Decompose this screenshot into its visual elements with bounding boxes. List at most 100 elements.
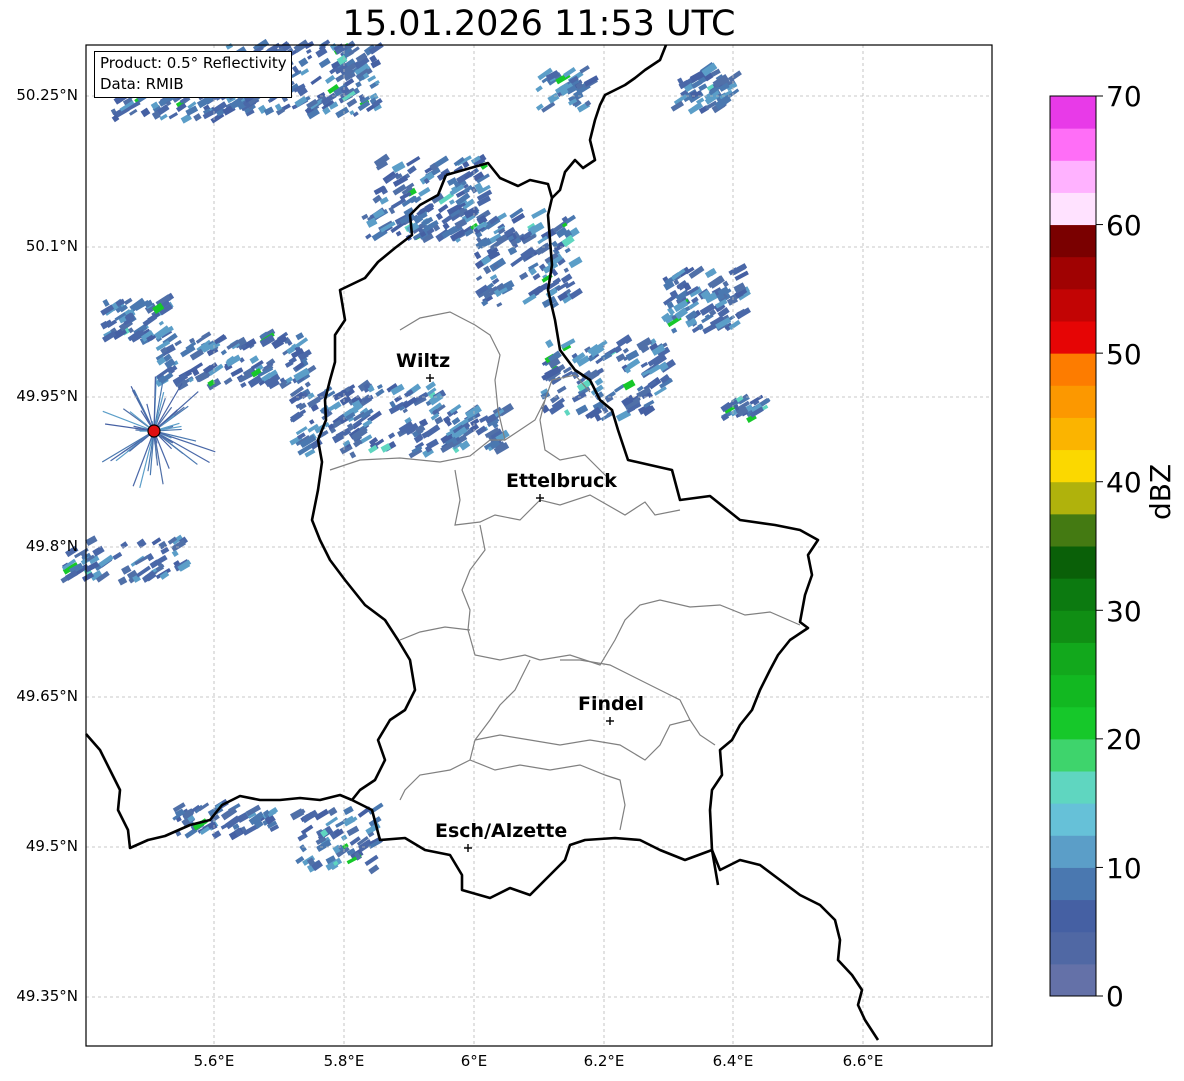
graticule bbox=[86, 45, 992, 1046]
lon-tick-label: 6.2°E bbox=[583, 1052, 625, 1070]
colorbar-segment bbox=[1050, 546, 1096, 579]
city-label-ettelbruck: Ettelbruck bbox=[506, 470, 617, 492]
echo-cell bbox=[376, 384, 383, 390]
echo-cell bbox=[568, 256, 583, 269]
colorbar-segment bbox=[1050, 674, 1096, 708]
colorbar-tick-marks bbox=[1096, 95, 1103, 997]
echo-cell bbox=[142, 314, 158, 327]
echo-cell bbox=[174, 339, 182, 347]
echo-cell bbox=[295, 332, 305, 341]
echo-cell bbox=[112, 551, 123, 561]
echo-cell bbox=[201, 331, 212, 340]
colorbar-segment bbox=[1050, 481, 1096, 515]
echo-cell bbox=[346, 825, 360, 837]
echo-cell bbox=[168, 112, 179, 120]
reflectivity-echoes bbox=[60, 38, 771, 875]
echo-cell bbox=[335, 106, 350, 119]
echo-cell bbox=[622, 379, 636, 391]
colorbar-tick-label: 60 bbox=[1106, 209, 1142, 242]
colorbar-segment bbox=[1050, 513, 1096, 547]
colorbar-segment bbox=[1050, 642, 1096, 676]
colorbar-segment bbox=[1050, 321, 1096, 354]
echo-cell bbox=[355, 81, 362, 88]
radar-map bbox=[60, 38, 1103, 1047]
city-label-esch-alzette: Esch/Alzette bbox=[435, 820, 568, 842]
lat-tick-label: 49.65°N bbox=[16, 687, 78, 705]
echo-cell bbox=[556, 385, 567, 394]
lat-tick-label: 49.5°N bbox=[25, 837, 78, 855]
echo-spoke bbox=[101, 430, 155, 463]
echo-cell bbox=[123, 297, 133, 306]
echo-cell bbox=[498, 402, 514, 417]
echo-cell bbox=[622, 347, 630, 354]
colorbar-segment bbox=[1050, 771, 1096, 804]
colorbar-segment bbox=[1050, 192, 1096, 226]
lon-tick-label: 6.6°E bbox=[842, 1052, 884, 1070]
echo-cell bbox=[158, 320, 165, 326]
echo-cell bbox=[365, 233, 372, 240]
echo-cell bbox=[225, 354, 242, 367]
echo-cell bbox=[653, 386, 667, 396]
echo-cell bbox=[545, 339, 554, 349]
echo-cell bbox=[223, 377, 233, 386]
colorbar-segment bbox=[1050, 256, 1096, 290]
lon-tick-label: 6.4°E bbox=[712, 1052, 754, 1070]
colorbar-segment bbox=[1050, 385, 1096, 418]
echo-cell bbox=[569, 287, 583, 300]
echo-cell bbox=[563, 267, 570, 273]
echo-cell bbox=[249, 355, 260, 364]
data-source-label: Data: RMIB bbox=[100, 75, 184, 93]
echo-cell bbox=[670, 327, 678, 334]
echo-cell bbox=[364, 854, 379, 866]
colorbar-segment bbox=[1050, 128, 1096, 161]
echo-cell bbox=[391, 161, 406, 174]
echo-cell bbox=[600, 412, 612, 422]
echo-cell bbox=[140, 107, 151, 118]
colorbar-segment bbox=[1050, 224, 1096, 258]
echo-cell bbox=[211, 830, 222, 840]
lat-tick-label: 49.8°N bbox=[25, 537, 78, 555]
echo-cell bbox=[563, 409, 571, 417]
echo-cell bbox=[180, 113, 192, 124]
echo-cell bbox=[496, 302, 503, 308]
colorbar-segment bbox=[1050, 706, 1096, 740]
colorbar-segment bbox=[1050, 160, 1096, 193]
echo-cell bbox=[220, 822, 230, 830]
echo-cell bbox=[225, 43, 234, 50]
echo-cell bbox=[728, 70, 742, 82]
echo-cell bbox=[388, 432, 396, 439]
colorbar-tick-label: 0 bbox=[1106, 980, 1124, 1013]
echo-cell bbox=[299, 844, 307, 853]
echo-cell bbox=[394, 395, 403, 403]
echo-cell bbox=[171, 549, 179, 558]
colorbar-segment bbox=[1050, 96, 1096, 129]
echo-cell bbox=[327, 806, 338, 817]
echo-cell bbox=[298, 57, 309, 68]
colorbar-segment bbox=[1050, 835, 1096, 868]
lon-tick-label: 6°E bbox=[460, 1052, 488, 1070]
colorbar-segment bbox=[1050, 578, 1096, 611]
echo-cell bbox=[306, 54, 313, 60]
colorbar-segment bbox=[1050, 417, 1096, 451]
lon-tick-label: 5.6°E bbox=[193, 1052, 235, 1070]
echo-cell bbox=[343, 805, 354, 816]
echo-cell bbox=[220, 349, 227, 356]
echo-cell bbox=[193, 113, 202, 122]
echo-cell bbox=[640, 361, 649, 369]
echo-cell bbox=[475, 275, 483, 282]
colorbar-segment bbox=[1050, 899, 1096, 933]
colorbar-tick-label: 40 bbox=[1106, 466, 1142, 499]
map-frame bbox=[85, 44, 993, 1047]
colorbar-unit-label: dBZ bbox=[1144, 463, 1177, 520]
echo-cell bbox=[405, 155, 421, 167]
echo-cell bbox=[300, 68, 310, 76]
echo-cell bbox=[368, 864, 380, 875]
lat-tick-label: 50.1°N bbox=[25, 237, 78, 255]
echo-cell bbox=[349, 451, 357, 459]
colorbar-segment bbox=[1050, 449, 1096, 483]
echo-cell bbox=[395, 230, 402, 237]
echo-cell bbox=[449, 199, 455, 205]
lat-tick-label: 50.25°N bbox=[16, 86, 78, 104]
echo-cell bbox=[437, 203, 449, 214]
echo-cell bbox=[418, 186, 431, 197]
